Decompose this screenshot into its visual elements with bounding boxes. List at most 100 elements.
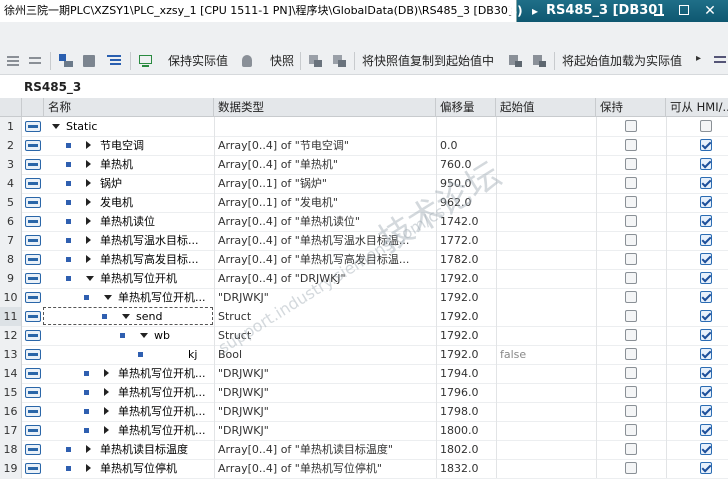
column-header-hmi[interactable]: 可从 HMI/...	[666, 98, 728, 116]
minimize-icon[interactable]	[652, 4, 666, 18]
retain-checkbox[interactable]	[625, 348, 637, 360]
table-row[interactable]: 3 单热机 Array[0..4] of "单热机" 760.0	[0, 155, 728, 175]
hmi-accessible-checkbox[interactable]	[700, 386, 712, 398]
element-start-value[interactable]	[496, 402, 596, 421]
table-row[interactable]: 4 锅炉 Array[0..1] of "锅炉" 950.0	[0, 174, 728, 194]
element-start-value[interactable]	[496, 421, 596, 440]
element-name[interactable]: 单热机写高发目标...	[100, 250, 212, 269]
element-start-value[interactable]	[496, 307, 596, 326]
element-start-value[interactable]: false	[496, 345, 596, 364]
element-start-value[interactable]	[496, 364, 596, 383]
element-name[interactable]: 单热机写温水目标...	[100, 231, 212, 250]
retain-checkbox[interactable]	[625, 196, 637, 208]
element-start-value[interactable]	[496, 288, 596, 307]
element-name[interactable]: 单热机读位	[100, 212, 212, 231]
element-datatype[interactable]: "DRJWKJ"	[216, 421, 436, 440]
element-name[interactable]: 单热机读目标温度	[100, 440, 212, 459]
expand-triangle-icon[interactable]	[86, 198, 91, 206]
hmi-accessible-checkbox[interactable]	[700, 272, 712, 284]
expand-triangle-icon[interactable]	[104, 426, 109, 434]
element-start-value[interactable]	[496, 440, 596, 459]
element-name[interactable]: 单热机写位开机	[100, 269, 212, 288]
element-start-value[interactable]	[496, 193, 596, 212]
collapse-triangle-icon[interactable]	[86, 276, 94, 281]
element-start-value[interactable]	[496, 269, 596, 288]
table-row[interactable]: 17 单热机写位开机... "DRJWKJ" 1800.0	[0, 421, 728, 441]
expand-triangle-icon[interactable]	[86, 141, 91, 149]
hmi-accessible-checkbox[interactable]	[700, 196, 712, 208]
retain-checkbox[interactable]	[625, 405, 637, 417]
keep-actual-values-button[interactable]: 保持实际值	[168, 53, 228, 69]
hmi-accessible-checkbox[interactable]	[700, 291, 712, 303]
hmi-accessible-checkbox[interactable]	[700, 158, 712, 170]
table-row[interactable]: 1 Static	[0, 117, 728, 137]
retain-checkbox[interactable]	[625, 329, 637, 341]
table-row[interactable]: 9 单热机写位开机 Array[0..4] of "DRJWKJ" 1792.0	[0, 269, 728, 289]
expand-triangle-icon[interactable]	[86, 255, 91, 263]
element-datatype[interactable]: Struct	[216, 326, 436, 345]
element-name[interactable]: 单热机写位开机...	[118, 421, 212, 440]
monitor-icon[interactable]	[138, 53, 154, 69]
element-datatype[interactable]: Array[0..4] of "DRJWKJ"	[216, 269, 436, 288]
menu-icon[interactable]	[714, 54, 726, 66]
element-datatype[interactable]: Struct	[216, 307, 436, 326]
element-datatype[interactable]: "DRJWKJ"	[216, 383, 436, 402]
element-start-value[interactable]	[496, 136, 596, 155]
expand-triangle-icon[interactable]	[104, 369, 109, 377]
retain-checkbox[interactable]	[625, 215, 637, 227]
hmi-accessible-checkbox[interactable]	[700, 367, 712, 379]
hmi-accessible-checkbox[interactable]	[700, 139, 712, 151]
table-row[interactable]: 16 单热机写位开机... "DRJWKJ" 1798.0	[0, 402, 728, 422]
table-row[interactable]: 12 wb Struct 1792.0	[0, 326, 728, 346]
expand-triangle-icon[interactable]	[86, 160, 91, 168]
edit-list-icon[interactable]	[82, 53, 98, 69]
retain-checkbox[interactable]	[625, 139, 637, 151]
copy-values-icon[interactable]	[508, 53, 524, 69]
add-row-icon[interactable]	[28, 53, 44, 69]
retain-checkbox[interactable]	[625, 386, 637, 398]
collapse-triangle-icon[interactable]	[52, 124, 60, 129]
copy-snapshot-icon[interactable]	[308, 53, 324, 69]
element-datatype[interactable]: "DRJWKJ"	[216, 364, 436, 383]
element-datatype[interactable]: "DRJWKJ"	[216, 402, 436, 421]
element-datatype[interactable]: Array[0..1] of "锅炉"	[216, 174, 436, 193]
collapse-triangle-icon[interactable]	[104, 295, 112, 300]
hmi-accessible-checkbox[interactable]	[700, 310, 712, 322]
retain-checkbox[interactable]	[625, 272, 637, 284]
collapse-list-icon[interactable]	[106, 53, 122, 69]
element-datatype[interactable]: Array[0..4] of "单热机写高发目标温...	[216, 250, 436, 269]
element-start-value[interactable]	[496, 459, 596, 478]
element-name[interactable]: 单热机	[100, 155, 212, 174]
element-start-value[interactable]	[496, 174, 596, 193]
table-row[interactable]: 11 send Struct 1792.0	[0, 307, 728, 327]
hmi-accessible-checkbox[interactable]	[700, 120, 712, 132]
insert-row-icon[interactable]	[6, 53, 22, 69]
table-row[interactable]: 18 单热机读目标温度 Array[0..4] of "单热机读目标温度" 1802.…	[0, 440, 728, 460]
retain-checkbox[interactable]	[625, 424, 637, 436]
table-row[interactable]: 6 单热机读位 Array[0..4] of "单热机读位" 1742.0	[0, 212, 728, 232]
element-datatype[interactable]: Array[0..4] of "单热机"	[216, 155, 436, 174]
hmi-accessible-checkbox[interactable]	[700, 405, 712, 417]
element-datatype[interactable]: Array[0..4] of "节电空调"	[216, 136, 436, 155]
element-name[interactable]: 锅炉	[100, 174, 212, 193]
element-name[interactable]: 单热机写位开机...	[118, 288, 212, 307]
column-header-offset[interactable]: 偏移量	[436, 98, 496, 116]
retain-checkbox[interactable]	[625, 234, 637, 246]
element-name[interactable]: Static	[66, 117, 212, 136]
close-icon[interactable]: ✕	[703, 4, 717, 18]
snapshot-icon[interactable]	[240, 53, 256, 69]
table-row[interactable]: 19 单热机写位停机 Array[0..4] of "单热机写位停机" 1832.0	[0, 459, 728, 479]
element-name[interactable]: 单热机写位开机...	[118, 402, 212, 421]
maximize-icon[interactable]	[678, 4, 692, 18]
expand-triangle-icon[interactable]	[104, 388, 109, 396]
table-row[interactable]: 15 单热机写位开机... "DRJWKJ" 1796.0	[0, 383, 728, 403]
hmi-accessible-checkbox[interactable]	[700, 234, 712, 246]
element-name[interactable]: 单热机写位停机	[100, 459, 212, 478]
expand-triangle-icon[interactable]	[86, 236, 91, 244]
element-name[interactable]: 发电机	[100, 193, 212, 212]
element-start-value[interactable]	[496, 231, 596, 250]
element-name[interactable]: kj	[188, 345, 212, 364]
load-values-icon[interactable]	[532, 53, 548, 69]
expand-triangle-icon[interactable]	[86, 179, 91, 187]
column-header-name[interactable]: 名称	[44, 98, 214, 116]
